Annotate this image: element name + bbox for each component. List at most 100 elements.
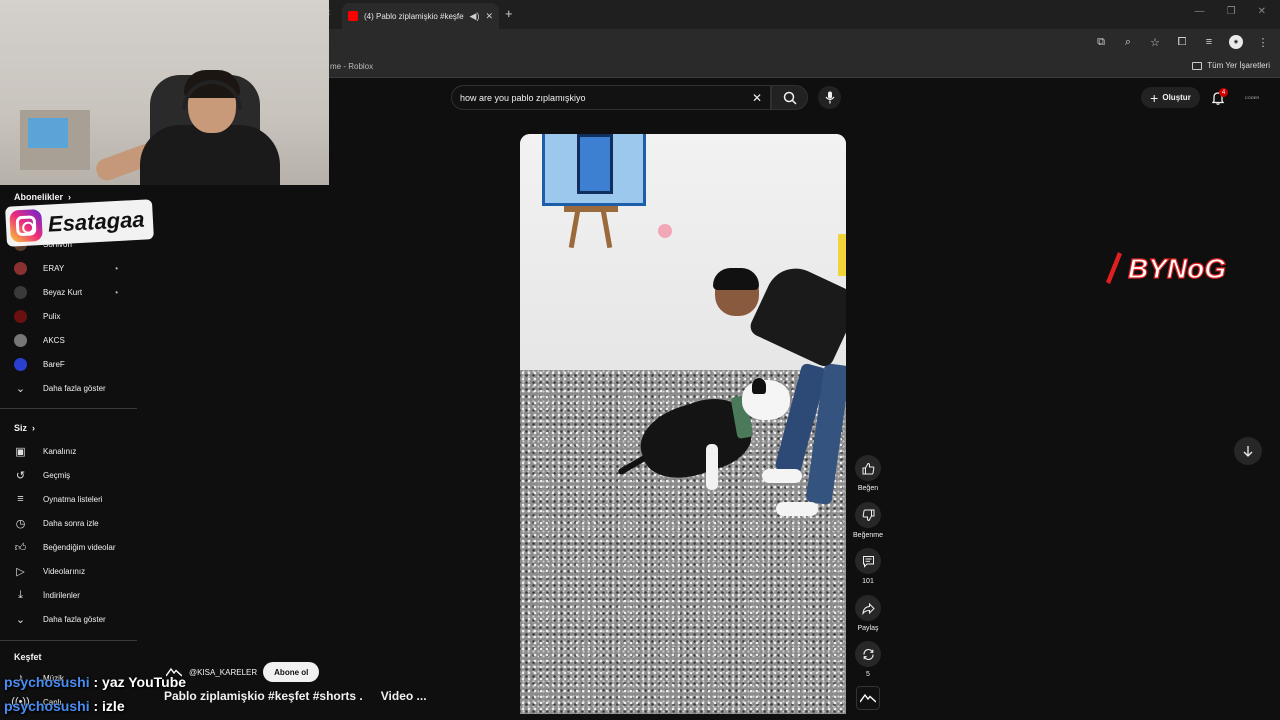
channel-icon: ▣	[15, 445, 26, 458]
sidebar-item-history[interactable]: ↺ Geçmiş	[14, 464, 134, 486]
explore-title: Keşfet	[14, 652, 42, 662]
sidebar-item-label: Daha fazla göster	[43, 383, 106, 393]
chat-text: : yaz YouTube	[89, 674, 187, 690]
channel-avatar	[14, 309, 27, 323]
sidebar-item-watch-later[interactable]: ◷ Daha sonra izle	[14, 512, 134, 534]
extensions-icon[interactable]: ⧠	[1175, 35, 1189, 49]
divider	[0, 408, 137, 409]
sidebar-item-your-videos[interactable]: ▷ Videolarınız	[14, 560, 134, 582]
dislike-button[interactable]: Beğenme	[852, 502, 884, 539]
subs-show-more[interactable]: ⌄ Daha fazla göster	[14, 377, 134, 399]
notification-count-badge: 4	[1219, 88, 1228, 97]
sidebar-item-downloads[interactable]: ⤓ İndirilenler	[14, 584, 134, 606]
install-app-icon[interactable]: ⧉	[1094, 35, 1108, 49]
sidebar-sub-beyaz-kurt[interactable]: Beyaz Kurt •	[14, 281, 134, 303]
divider	[0, 640, 137, 641]
chat-message: psychosushi : izle	[4, 698, 125, 714]
video-more[interactable]: Video ...	[381, 689, 427, 703]
new-content-dot: •	[115, 287, 118, 297]
chat-username: psychosushi	[4, 674, 90, 690]
sidebar-sub-pulix[interactable]: Pulix	[14, 305, 134, 327]
sidebar-item-label: Videolarınız	[43, 566, 86, 576]
you-show-more[interactable]: ⌄ Daha fazla göster	[14, 608, 134, 630]
sidebar-sub-akcs[interactable]: AKCS	[14, 329, 134, 351]
new-tab-button[interactable]: +	[505, 6, 513, 21]
byno-watermark-logo: BYNoG	[1106, 252, 1227, 285]
chat-text: : izle	[89, 698, 125, 714]
dislike-label: Beğenme	[853, 532, 883, 539]
video-icon: ▷	[16, 565, 25, 578]
share-button[interactable]: Paylaş	[852, 595, 884, 632]
instagram-username: Esatagaa	[47, 206, 146, 237]
tab-close-icon[interactable]: ✕	[485, 11, 493, 22]
search-box[interactable]: how are you pablo zıplamışkiyo ✕	[451, 85, 771, 110]
channel-mountain-logo-icon	[860, 693, 876, 703]
channel-avatar	[14, 333, 27, 347]
clear-search-icon[interactable]: ✕	[752, 91, 762, 105]
channel-avatar	[14, 261, 27, 275]
sidebar-item-label: Kanalınız	[43, 446, 77, 456]
profile-avatar[interactable]: ◉	[1229, 35, 1243, 49]
clock-icon: ◷	[15, 517, 26, 530]
like-label: Beğen	[857, 485, 879, 492]
shorts-video-player[interactable]	[520, 134, 846, 714]
youtube-favicon-icon	[348, 11, 358, 21]
comment-count: 101	[862, 578, 874, 585]
chat-username: psychosushi	[4, 698, 90, 714]
browser-tab[interactable]: (4) Pablo ziplamişkio #keşfet ◀) ✕	[342, 3, 499, 29]
sidebar-sub-eray[interactable]: ERAY •	[14, 257, 134, 279]
instagram-watermark: Esatagaa	[5, 199, 154, 247]
zoom-icon[interactable]: ⌕	[1121, 35, 1135, 49]
all-bookmarks-label: Tüm Yer İşaretleri	[1207, 61, 1270, 70]
like-button[interactable]: Beğen	[852, 455, 884, 492]
channel-avatar	[14, 357, 27, 371]
audio-icon[interactable]: ◀)	[470, 11, 480, 22]
like-icon: 👍︎	[14, 541, 27, 554]
search-button[interactable]	[771, 85, 808, 110]
minimize-icon[interactable]: —	[1195, 6, 1205, 17]
video-title-text: Pablo ziplamişkio #keşfet #shorts .	[164, 689, 363, 703]
chat-message: psychosushi : yaz YouTube	[4, 674, 186, 690]
search-input[interactable]: how are you pablo zıplamışkiyo	[460, 93, 752, 103]
bookmark-star-icon[interactable]: ☆	[1148, 35, 1162, 49]
create-label: Oluştur	[1162, 93, 1191, 102]
byno-watermark-text: BYNoG	[1128, 253, 1226, 284]
instagram-logo-icon	[9, 208, 43, 243]
subscriptions-title[interactable]: Abonelikler ›	[14, 192, 71, 202]
remix-button[interactable]: 5	[852, 641, 884, 678]
all-bookmarks[interactable]: Tüm Yer İşaretleri	[1192, 61, 1270, 70]
voice-search-button[interactable]	[818, 86, 841, 109]
audio-thumbnail[interactable]	[856, 686, 880, 710]
channel-handle[interactable]: @KISA_KARELER	[189, 668, 257, 677]
you-title[interactable]: Siz ›	[14, 423, 35, 433]
share-icon	[861, 602, 875, 615]
new-content-dot: •	[115, 263, 118, 273]
sidebar-sub-baref[interactable]: BareF	[14, 353, 134, 375]
bookmark-roblox[interactable]: me - Roblox	[330, 62, 373, 71]
youtube-account-avatar[interactable]: CODER	[1244, 91, 1260, 103]
webcam-overlay	[0, 0, 329, 185]
create-button[interactable]: + Oluştur	[1141, 87, 1200, 108]
next-video-button[interactable]	[1234, 437, 1262, 465]
sidebar-item-label: Daha sonra izle	[43, 518, 99, 528]
media-control-icon[interactable]: ≡	[1202, 35, 1216, 49]
restore-icon[interactable]: ❐	[1227, 6, 1236, 17]
share-label: Paylaş	[857, 625, 879, 632]
video-title[interactable]: Pablo ziplamişkio #keşfet #shorts . Video…	[164, 689, 427, 703]
folder-icon	[1192, 61, 1203, 70]
sidebar-item-playlists[interactable]: ≡ Oynatma listeleri	[14, 488, 134, 510]
plus-icon: +	[1150, 89, 1159, 106]
window-close-icon[interactable]: ✕	[1258, 6, 1266, 17]
subscribe-button[interactable]: Abone ol	[263, 662, 320, 682]
sidebar-item-label: Beğendiğim videolar	[43, 542, 116, 552]
browser-menu-icon[interactable]: ⋮	[1256, 35, 1270, 49]
remix-icon	[862, 648, 874, 660]
sidebar: Abonelikler › Sonivon ERAY • Beyaz Kurt …	[0, 185, 137, 720]
sidebar-item-label: Daha fazla göster	[43, 614, 106, 624]
sidebar-item-label: BareF	[43, 359, 65, 369]
comments-button[interactable]: 101	[852, 548, 884, 585]
sidebar-item-your-channel[interactable]: ▣ Kanalınız	[14, 440, 134, 462]
search-icon	[783, 91, 797, 105]
sidebar-item-liked-videos[interactable]: 👍︎ Beğendiğim videolar	[14, 536, 134, 558]
channel-row: @KISA_KARELER Abone ol	[165, 662, 320, 682]
